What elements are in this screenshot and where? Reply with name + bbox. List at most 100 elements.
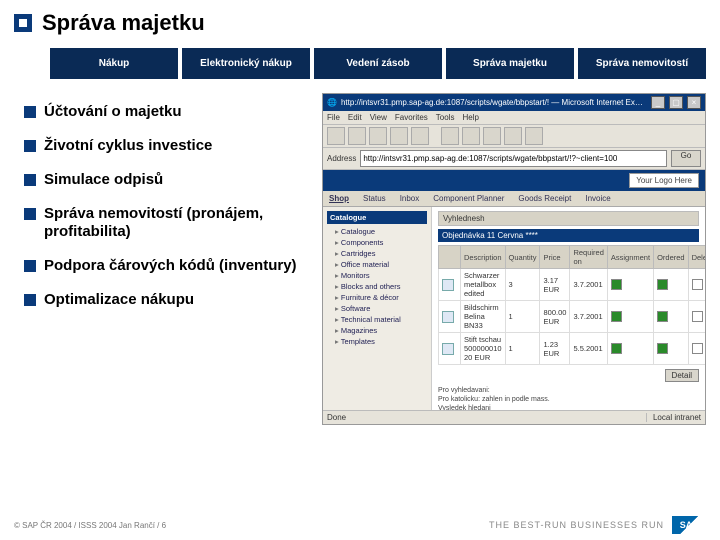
search-button[interactable] <box>441 127 459 145</box>
apptab-inbox[interactable]: Inbox <box>400 194 420 203</box>
brand-tagline: THE BEST-RUN BUSINESSES RUN <box>489 520 664 530</box>
tree-item[interactable]: Magazines <box>327 325 427 336</box>
bullet-barove-kody: Podpora čárových kódů (inventury) <box>44 257 297 275</box>
apptab-planner[interactable]: Component Planner <box>433 194 504 203</box>
history-button[interactable] <box>483 127 501 145</box>
tab-sprava-nemovitosti[interactable]: Správa nemovitostí <box>578 48 706 79</box>
checkbox-icon[interactable] <box>692 279 703 290</box>
window-titlebar: 🌐 http://intsvr31.pmp.sap-ag.de:1087/scr… <box>323 94 705 111</box>
tree-panel: Catalogue Catalogue Components Cartridge… <box>323 207 432 410</box>
bullet-icon <box>24 294 36 306</box>
menu-help[interactable]: Help <box>462 113 478 122</box>
title-row: Správa majetku <box>0 0 720 42</box>
col-blank <box>439 246 461 269</box>
tree-item[interactable]: Blocks and others <box>327 281 427 292</box>
back-button[interactable] <box>327 127 345 145</box>
tab-elektronicky-nakup[interactable]: Elektronický nákup <box>182 48 310 79</box>
tab-sprava-majetku[interactable]: Správa majetku <box>446 48 574 79</box>
apptab-shop[interactable]: Shop <box>329 194 349 203</box>
file-icon <box>442 343 454 355</box>
bullet-list: Účtování o majetku Životní cyklus invest… <box>14 93 314 425</box>
address-input[interactable] <box>360 150 667 167</box>
status-right: Local intranet <box>646 413 701 422</box>
forward-button[interactable] <box>348 127 366 145</box>
minimize-button[interactable]: _ <box>651 96 665 109</box>
tree-item[interactable]: Technical material <box>327 314 427 325</box>
col-delete: Delete <box>688 246 705 269</box>
col-price: Price <box>540 246 570 269</box>
close-button[interactable]: × <box>687 96 701 109</box>
address-bar: Address Go <box>323 148 705 170</box>
note-line: Pro katolicku: zahlen in podle mass. <box>438 396 699 405</box>
apptab-receipt[interactable]: Goods Receipt <box>518 194 571 203</box>
bullet-icon <box>24 140 36 152</box>
favorites-button[interactable] <box>462 127 480 145</box>
maximize-button[interactable]: ▢ <box>669 96 683 109</box>
tree-item[interactable]: Cartridges <box>327 248 427 259</box>
tree-item[interactable]: Templates <box>327 336 427 347</box>
page-title: Správa majetku <box>42 10 205 36</box>
cell-date: 3.7.2001 <box>570 301 607 333</box>
table-header-row: Description Quantity Price Required on A… <box>439 246 706 269</box>
checkbox-icon[interactable] <box>611 311 622 322</box>
tree-item[interactable]: Software <box>327 303 427 314</box>
info-bar: Objednávka 11 Cervna **** <box>438 229 699 242</box>
tree-item[interactable]: Catalogue <box>327 226 427 237</box>
file-icon <box>442 279 454 291</box>
mail-button[interactable] <box>504 127 522 145</box>
footer: © SAP ČR 2004 / ISSS 2004 Jan Rančí / 6 … <box>0 510 720 540</box>
checkbox-icon[interactable] <box>692 311 703 322</box>
notes-block: Pro vyhledavani: Pro katolicku: zahlen i… <box>438 387 699 410</box>
col-date: Required on <box>570 246 607 269</box>
bullet-icon <box>24 260 36 272</box>
col-ordered: Ordered <box>654 246 689 269</box>
menu-file[interactable]: File <box>327 113 340 122</box>
app-header: Your Logo Here <box>323 170 705 191</box>
checkbox-icon[interactable] <box>611 343 622 354</box>
table-row[interactable]: Stift tschau 500000010 20 EUR 1 1.23 EUR… <box>439 333 706 365</box>
checkbox-icon[interactable] <box>657 311 668 322</box>
menu-edit[interactable]: Edit <box>348 113 362 122</box>
menu-view[interactable]: View <box>370 113 387 122</box>
bullet-uctovani: Účtování o majetku <box>44 103 182 121</box>
tree-item[interactable]: Furniture & décor <box>327 292 427 303</box>
bullet-sprava-nemovitosti: Správa nemovitostí (pronájem, profitabil… <box>44 205 314 241</box>
window-title: http://intsvr31.pmp.sap-ag.de:1087/scrip… <box>341 98 647 107</box>
cell-qty: 1 <box>505 301 540 333</box>
go-button[interactable]: Go <box>671 150 701 167</box>
tab-nakup[interactable]: Nákup <box>50 48 178 79</box>
tree-item[interactable]: Components <box>327 237 427 248</box>
refresh-button[interactable] <box>390 127 408 145</box>
apptab-invoice[interactable]: Invoice <box>585 194 610 203</box>
breadcrumb: Vyhlednesh <box>438 211 699 226</box>
file-icon <box>442 311 454 323</box>
checkbox-icon[interactable] <box>692 343 703 354</box>
checkbox-icon[interactable] <box>611 279 622 290</box>
cell-price: 1.23 EUR <box>540 333 570 365</box>
bullet-zivotni-cyklus: Životní cyklus investice <box>44 137 212 155</box>
tree-item[interactable]: Monitors <box>327 270 427 281</box>
bullet-simulace-odpisu: Simulace odpisů <box>44 171 163 189</box>
bullet-optimalizace-nakupu: Optimalizace nákupu <box>44 291 194 309</box>
stop-button[interactable] <box>369 127 387 145</box>
checkbox-icon[interactable] <box>657 279 668 290</box>
title-bullet-icon <box>14 14 32 32</box>
app-icon: 🌐 <box>327 98 337 107</box>
table-row[interactable]: Bildschirm Belina BN33 1 800.00 EUR 3.7.… <box>439 301 706 333</box>
detail-button[interactable]: Detail <box>665 369 699 382</box>
status-left: Done <box>327 413 646 422</box>
tab-vedeni-zasob[interactable]: Vedení zásob <box>314 48 442 79</box>
tree-item[interactable]: Office material <box>327 259 427 270</box>
checkbox-icon[interactable] <box>657 343 668 354</box>
menu-favorites[interactable]: Favorites <box>395 113 428 122</box>
apptab-status[interactable]: Status <box>363 194 386 203</box>
home-button[interactable] <box>411 127 429 145</box>
cell-date: 3.7.2001 <box>570 269 607 301</box>
items-table: Description Quantity Price Required on A… <box>438 245 705 365</box>
print-button[interactable] <box>525 127 543 145</box>
menu-tools[interactable]: Tools <box>436 113 455 122</box>
cell-qty: 3 <box>505 269 540 301</box>
table-row[interactable]: Schwarzer metallbox edited 3 3.17 EUR 3.… <box>439 269 706 301</box>
cell-desc: Bildschirm Belina BN33 <box>461 301 506 333</box>
bullet-icon <box>24 208 36 220</box>
